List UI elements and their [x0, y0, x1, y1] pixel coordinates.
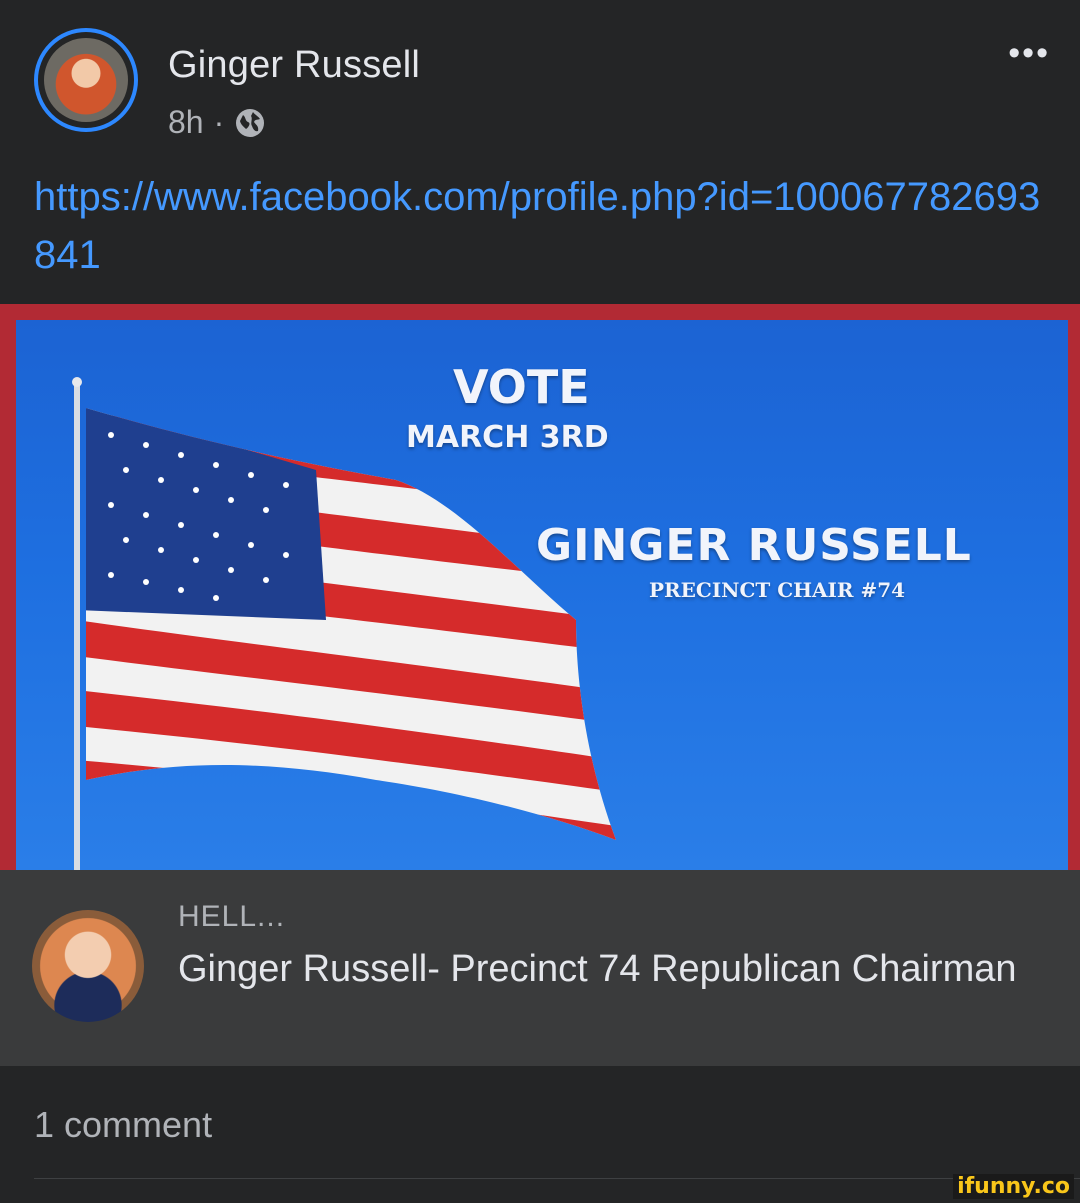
link-preview-card[interactable]: HELL... Ginger Russell- Precinct 74 Repu… — [0, 870, 1080, 1066]
banner-date: MARCH 3RD — [406, 420, 609, 455]
globe-icon[interactable] — [234, 107, 266, 139]
more-options-button[interactable]: ••• — [1008, 36, 1050, 70]
banner-role: PRECINCT CHAIR #74 — [649, 578, 906, 602]
author-avatar[interactable] — [34, 28, 138, 132]
banner-candidate-name: GINGER RUSSELL — [536, 520, 972, 571]
avatar-photo — [44, 38, 128, 122]
post-meta: 8h · — [168, 104, 266, 141]
banner-canvas: VOTE MARCH 3RD GINGER RUSSELL PRECINCT C… — [16, 320, 1068, 870]
post-time[interactable]: 8h — [168, 104, 204, 141]
ifunny-watermark: ifunny.co — [953, 1174, 1074, 1199]
post-header: Ginger Russell 8h · ••• — [0, 0, 1080, 160]
banner-headline: VOTE — [453, 360, 590, 414]
post-link[interactable]: https://www.facebook.com/profile.php?id=… — [34, 168, 1044, 284]
preview-domain: HELL... — [178, 900, 286, 933]
author-name[interactable]: Ginger Russell — [168, 44, 420, 87]
comment-count[interactable]: 1 comment — [34, 1104, 212, 1146]
link-preview-image[interactable]: VOTE MARCH 3RD GINGER RUSSELL PRECINCT C… — [0, 304, 1080, 870]
preview-avatar — [32, 910, 144, 1022]
divider — [34, 1178, 1080, 1179]
meta-separator: · — [213, 104, 225, 140]
preview-title[interactable]: Ginger Russell- Precinct 74 Republican C… — [178, 942, 1038, 996]
